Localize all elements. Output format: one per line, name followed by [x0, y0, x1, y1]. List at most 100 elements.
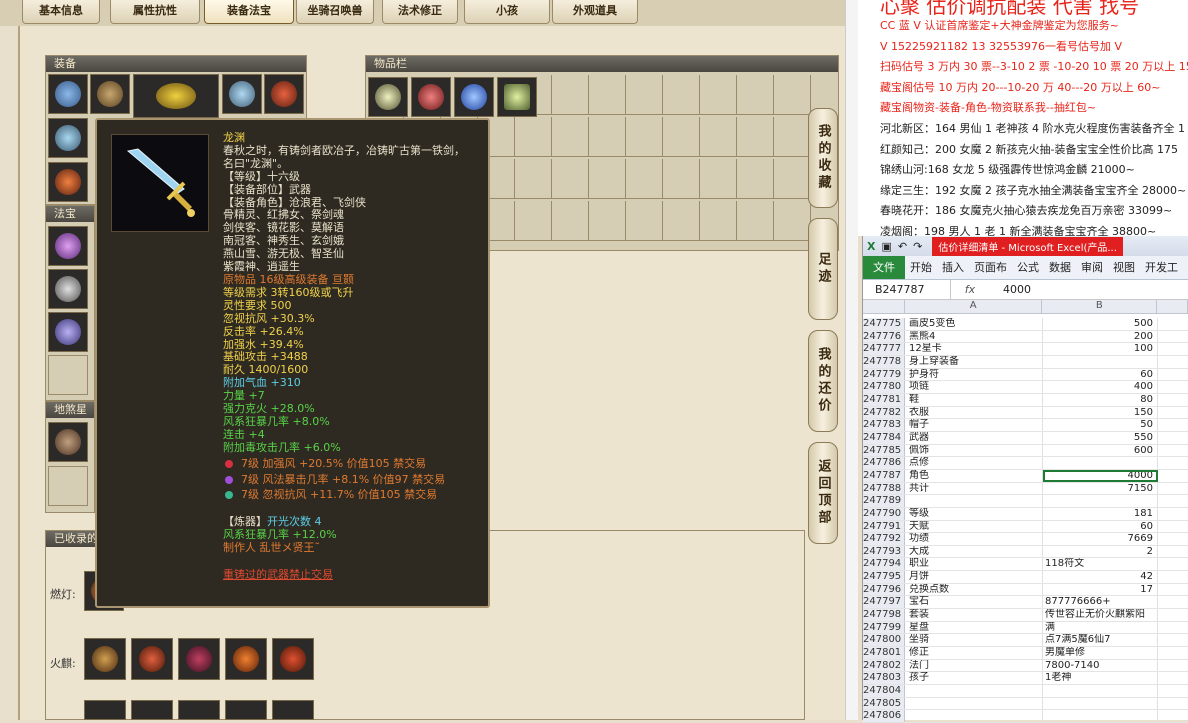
collection-slot[interactable]: [225, 700, 267, 720]
cell-b[interactable]: 600: [1043, 444, 1158, 457]
row-number[interactable]: 247778: [863, 355, 905, 368]
row-number[interactable]: 247806: [863, 710, 905, 722]
cell-a[interactable]: 修正: [905, 647, 1043, 659]
collection-slot[interactable]: [131, 700, 173, 720]
tab-appearance[interactable]: 外观道具: [552, 0, 638, 24]
cell-b[interactable]: 118符文: [1043, 558, 1158, 571]
select-all-corner[interactable]: [863, 300, 905, 313]
inventory-cell[interactable]: [737, 117, 774, 157]
cell-a[interactable]: 武器: [905, 431, 1043, 444]
inventory-cell[interactable]: [515, 159, 552, 199]
cell-a[interactable]: 兑换点数: [905, 583, 1043, 596]
fabao-slot-empty[interactable]: [48, 355, 88, 395]
row-number[interactable]: 247781: [863, 393, 905, 406]
cell-b[interactable]: 17: [1043, 583, 1158, 596]
cell-b[interactable]: 42: [1043, 571, 1158, 583]
cell-a[interactable]: 等级: [905, 507, 1043, 520]
save-icon[interactable]: ▣: [881, 240, 891, 253]
row-number[interactable]: 247795: [863, 571, 905, 583]
tab-child[interactable]: 小孩: [464, 0, 550, 24]
column-header-c[interactable]: [1157, 300, 1188, 313]
cell-a[interactable]: 功绩: [905, 533, 1043, 545]
row-number[interactable]: 247791: [863, 520, 905, 533]
collection-slot[interactable]: [178, 700, 220, 720]
cell-a[interactable]: 宝石: [905, 596, 1043, 609]
cell-b[interactable]: 7669: [1043, 533, 1158, 545]
cell-b[interactable]: 60: [1043, 520, 1158, 533]
cell-b[interactable]: [1043, 355, 1158, 368]
my-favorites-button[interactable]: 我的收藏: [808, 108, 838, 208]
back-to-top-button[interactable]: 返回顶部: [808, 442, 838, 544]
inventory-cell[interactable]: [700, 159, 737, 199]
inventory-cell[interactable]: [589, 159, 626, 199]
fx-icon[interactable]: fx: [951, 283, 989, 296]
row-number[interactable]: 247805: [863, 697, 905, 710]
ribbon-tab-insert[interactable]: 插入: [937, 256, 969, 279]
cell-a[interactable]: 护身符: [905, 368, 1043, 381]
row-number[interactable]: 247804: [863, 685, 905, 697]
cell-b[interactable]: 400: [1043, 381, 1158, 393]
inventory-cell[interactable]: [737, 75, 774, 115]
cell-b[interactable]: 7150: [1043, 482, 1158, 495]
redo-icon[interactable]: ↷: [913, 240, 922, 253]
inventory-cell[interactable]: [515, 201, 552, 241]
row-number[interactable]: 247801: [863, 647, 905, 659]
equipment-slot[interactable]: [90, 74, 130, 114]
inventory-cell[interactable]: [774, 117, 811, 157]
fabao-slot[interactable]: [48, 312, 88, 352]
row-number[interactable]: 247800: [863, 634, 905, 647]
row-number[interactable]: 247797: [863, 596, 905, 609]
collection-slot[interactable]: [272, 638, 314, 680]
equipment-slot[interactable]: [264, 74, 304, 114]
cell-b[interactable]: 550: [1043, 431, 1158, 444]
row-number[interactable]: 247787: [863, 469, 905, 482]
inventory-cell[interactable]: [626, 117, 663, 157]
equipment-slot[interactable]: [133, 74, 219, 118]
collection-slot[interactable]: [225, 638, 267, 680]
inventory-cell[interactable]: [626, 159, 663, 199]
inventory-slot[interactable]: [454, 77, 494, 117]
cell-a[interactable]: 角色: [905, 469, 1043, 482]
my-counter-offer-button[interactable]: 我的还价: [808, 330, 838, 432]
row-number[interactable]: 247790: [863, 507, 905, 520]
row-number[interactable]: 247803: [863, 672, 905, 685]
row-number[interactable]: 247785: [863, 444, 905, 457]
row-number[interactable]: 247798: [863, 609, 905, 621]
row-number[interactable]: 247799: [863, 621, 905, 634]
row-number[interactable]: 247794: [863, 558, 905, 571]
cell-a[interactable]: 12星卡: [905, 343, 1043, 355]
inventory-cell[interactable]: [589, 75, 626, 115]
tab-equipment[interactable]: 装备法宝: [204, 0, 294, 24]
cell-a[interactable]: 法门: [905, 659, 1043, 672]
column-header-a[interactable]: A: [905, 300, 1043, 313]
inventory-cell[interactable]: [589, 201, 626, 241]
inventory-cell[interactable]: [552, 201, 589, 241]
cell-b[interactable]: 200: [1043, 330, 1158, 343]
equipment-slot[interactable]: [48, 162, 88, 202]
cell-a[interactable]: 月饼: [905, 571, 1043, 583]
cell-a[interactable]: [905, 495, 1043, 507]
collection-slot[interactable]: [131, 638, 173, 680]
inventory-cell[interactable]: [626, 201, 663, 241]
row-number[interactable]: 247788: [863, 482, 905, 495]
inventory-cell[interactable]: [663, 117, 700, 157]
row-number[interactable]: 247789: [863, 495, 905, 507]
column-header-b[interactable]: B: [1042, 300, 1158, 313]
cell-a[interactable]: [905, 697, 1043, 710]
row-number[interactable]: 247779: [863, 368, 905, 381]
collection-slot[interactable]: [272, 700, 314, 720]
row-number[interactable]: 247792: [863, 533, 905, 545]
tab-basic-info[interactable]: 基本信息: [22, 0, 100, 24]
name-box[interactable]: B247787: [863, 280, 951, 299]
row-number[interactable]: 247784: [863, 431, 905, 444]
cell-a[interactable]: 套装: [905, 609, 1043, 621]
cell-b[interactable]: 1老神: [1043, 672, 1158, 685]
ribbon-tab-developer[interactable]: 开发工: [1140, 256, 1183, 279]
ribbon-tab-home[interactable]: 开始: [905, 256, 937, 279]
ribbon-tab-page-layout[interactable]: 页面布: [969, 256, 1012, 279]
inventory-cell[interactable]: [626, 75, 663, 115]
collection-slot[interactable]: [84, 700, 126, 720]
sheet-grid[interactable]: 247775 画皮5变色 500 247776 黑熊4 200 247777 12星卡 100 2…: [863, 318, 1188, 723]
equipment-slot[interactable]: [222, 74, 262, 114]
inventory-cell[interactable]: [663, 75, 700, 115]
